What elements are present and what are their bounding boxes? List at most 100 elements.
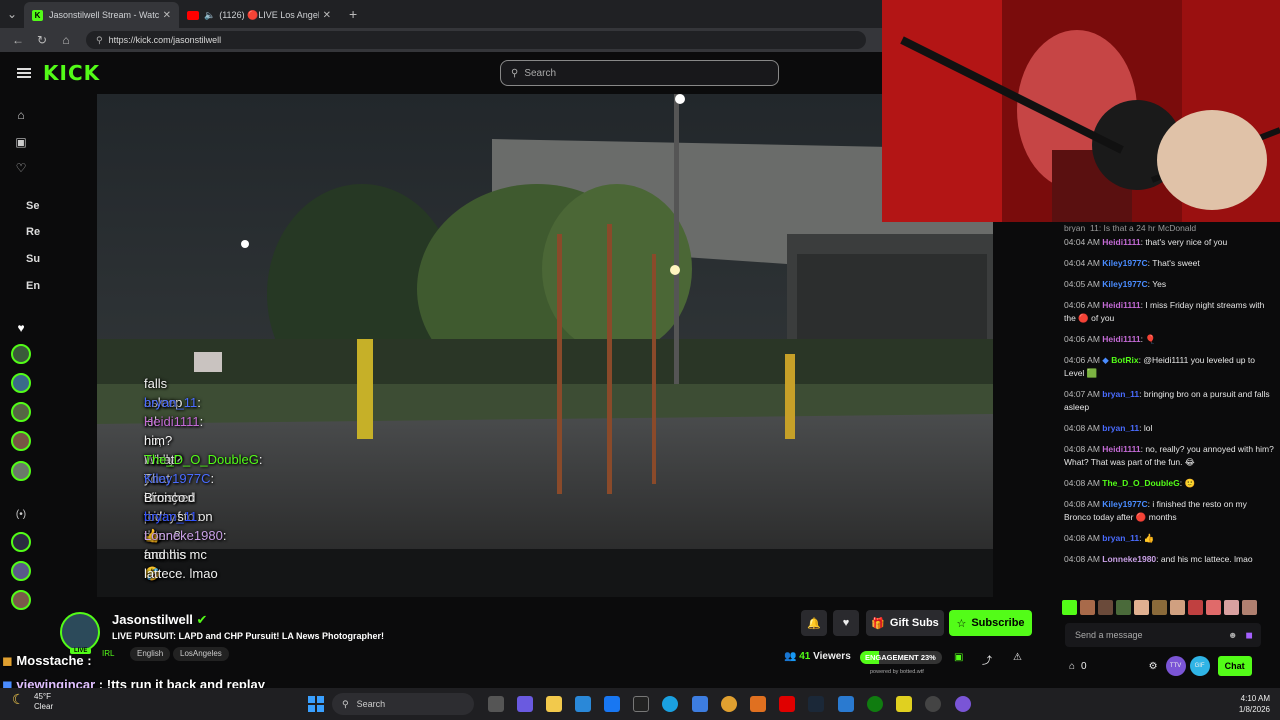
chat-username[interactable]: Heidi1111 — [1102, 300, 1140, 310]
reload-icon[interactable]: ↻ — [30, 33, 54, 47]
emote-icon[interactable] — [1080, 600, 1095, 615]
channel-avatar[interactable] — [11, 461, 31, 481]
channel-avatar[interactable] — [11, 373, 31, 393]
settings-gear-icon[interactable]: ⚙ — [1149, 661, 1158, 672]
emote-icon[interactable] — [1098, 600, 1113, 615]
channel-avatar[interactable] — [11, 532, 31, 552]
emote-icon[interactable] — [1170, 600, 1185, 615]
sidebar-section-4[interactable]: En — [26, 280, 40, 292]
chat-username[interactable]: Kiley1977C — [1102, 279, 1147, 289]
store-icon[interactable] — [575, 696, 591, 712]
channel-avatar[interactable] — [11, 590, 31, 610]
emote-icon[interactable] — [1062, 600, 1077, 615]
copilot-icon[interactable] — [517, 696, 533, 712]
gift-subs-button[interactable]: 🎁 Gift Subs — [866, 610, 944, 636]
weather-widget[interactable]: ☾ 45°F Clear — [8, 692, 53, 712]
emote-picker-icon[interactable]: ◼ — [1246, 630, 1253, 641]
subscribe-label: Subscribe — [971, 617, 1025, 629]
follow-heart-button[interactable]: ♥ — [833, 610, 859, 636]
app-icon[interactable] — [838, 696, 854, 712]
kick-logo[interactable]: KICK — [43, 61, 100, 85]
chat-username[interactable]: bryan_11 — [1102, 389, 1139, 399]
video-player[interactable]: falls asleep bryan_11: lol Heidi1111: no… — [97, 94, 993, 597]
points-icon[interactable]: ⌂ — [1069, 661, 1075, 672]
notification-bell-button[interactable]: 🔔 — [801, 610, 827, 636]
chat-username[interactable]: Kiley1977C — [1102, 499, 1147, 509]
chat-send-button[interactable]: Chat — [1217, 656, 1252, 676]
chat-username[interactable]: bryan_11 — [1102, 533, 1139, 543]
sticky-notes-icon[interactable] — [896, 696, 912, 712]
steam-icon[interactable] — [808, 696, 824, 712]
tts-line-1: ◼ Mosstache : — [2, 653, 92, 669]
close-tab-icon[interactable]: ✕ — [163, 10, 171, 21]
ttv-badge-icon[interactable]: TTV — [1165, 656, 1186, 676]
clip-icon[interactable]: ▣ — [954, 652, 963, 663]
report-icon[interactable]: ⚠ — [1013, 652, 1022, 663]
emote-icon[interactable] — [1242, 600, 1257, 615]
back-arrow-icon[interactable]: ← — [6, 33, 30, 47]
viewer-count: 👥 41 Viewers — [784, 651, 851, 662]
tab-kick[interactable]: K Jasonstilwell Stream - Watch L ✕ — [24, 2, 179, 28]
vlc-icon[interactable] — [750, 696, 766, 712]
windows-taskbar: ☾ 45°F Clear ⚲ Search 4:10 AM 1/8/2026 — [0, 688, 1280, 720]
emote-icon[interactable] — [1116, 600, 1131, 615]
home-icon[interactable]: ⌂ — [14, 108, 28, 122]
tab-youtube[interactable]: 🔈 (1126) 🔴LIVE Los Angeles Po ✕ — [179, 2, 339, 28]
edge-icon[interactable] — [662, 696, 678, 712]
chat-username[interactable]: Heidi1111 — [1102, 237, 1140, 247]
xbox-icon[interactable] — [867, 696, 883, 712]
chat-username[interactable]: Heidi1111 — [1102, 334, 1140, 344]
share-icon[interactable]: ⤴ — [982, 652, 992, 667]
following-heart-icon[interactable]: ♡ — [14, 161, 28, 175]
browse-icon[interactable]: ▣ — [14, 135, 28, 149]
emoji-icon[interactable]: ☻ — [1228, 630, 1237, 640]
streamer-name[interactable]: Jasonstilwell ✔ — [112, 612, 207, 628]
chat-username[interactable]: Heidi1111 — [1102, 444, 1140, 454]
obs-icon[interactable] — [925, 696, 941, 712]
streamer-avatar[interactable] — [60, 612, 100, 652]
system-clock[interactable]: 4:10 AM 1/8/2026 — [1239, 693, 1270, 715]
chat-username[interactable]: The_D_O_DoubleG — [1102, 478, 1179, 488]
chat-input[interactable]: Send a message ☻ ◼ — [1065, 623, 1261, 647]
url-field[interactable]: ⚲ https://kick.com/jasonstilwell — [86, 31, 866, 49]
chat-username[interactable]: bryan_11 — [1102, 423, 1139, 433]
file-explorer-icon[interactable] — [546, 696, 562, 712]
emote-icon[interactable] — [1188, 600, 1203, 615]
search-input[interactable]: ⚲ Search — [500, 60, 779, 86]
gif-badge-icon[interactable]: GIF — [1189, 656, 1210, 676]
chat-username[interactable]: BotRix — [1111, 355, 1138, 365]
youtube-icon[interactable] — [779, 696, 795, 712]
site-info-icon[interactable]: ⚲ — [96, 35, 103, 46]
home-icon[interactable]: ⌂ — [54, 33, 78, 47]
emote-icon[interactable] — [1152, 600, 1167, 615]
chat-message: 04:06 AM Heidi1111: 🎈 — [1058, 329, 1280, 350]
chat-message-partial: bryan_11: Is that a 24 hr McDonald — [1064, 223, 1197, 232]
emote-icon[interactable] — [1134, 600, 1149, 615]
menu-icon[interactable] — [17, 66, 31, 80]
calculator-icon[interactable] — [692, 696, 708, 712]
channel-avatar[interactable] — [11, 402, 31, 422]
amazon-icon[interactable] — [633, 696, 649, 712]
sidebar-section-1[interactable]: Se — [26, 200, 39, 212]
chat-username[interactable]: Kiley1977C — [1102, 258, 1147, 268]
taskbar-search[interactable]: ⚲ Search — [332, 693, 474, 715]
facebook-icon[interactable] — [604, 696, 620, 712]
sidebar-section-3[interactable]: Su — [26, 253, 40, 265]
start-icon[interactable] — [308, 696, 324, 712]
subscribe-button[interactable]: ☆ Subscribe — [949, 610, 1032, 636]
channel-avatar[interactable] — [11, 561, 31, 581]
emote-icon[interactable] — [1224, 600, 1239, 615]
channel-avatar[interactable] — [11, 431, 31, 451]
chat-panel: bryan_11: Is that a 24 hr McDonald 04:04… — [1058, 222, 1280, 606]
channel-avatar[interactable] — [11, 344, 31, 364]
speaker-icon[interactable]: 🔈 — [204, 10, 215, 21]
emote-icon[interactable] — [1206, 600, 1221, 615]
chrome-icon[interactable] — [721, 696, 737, 712]
sidebar-section-2[interactable]: Re — [26, 226, 40, 238]
app-icon[interactable] — [955, 696, 971, 712]
tab-list-chevron-icon[interactable]: ⌄ — [0, 7, 24, 21]
close-tab-icon[interactable]: ✕ — [323, 10, 331, 21]
new-tab-button[interactable]: + — [349, 6, 357, 22]
chat-username[interactable]: Lonneke1980 — [1102, 554, 1156, 564]
task-view-icon[interactable] — [488, 696, 504, 712]
